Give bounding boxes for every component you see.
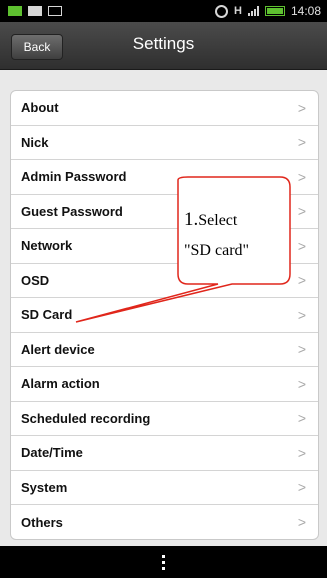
app-notification-icon (8, 6, 22, 16)
settings-item-label: Scheduled recording (21, 410, 151, 426)
mail-icon (48, 6, 62, 16)
chevron-right-icon: > (297, 237, 306, 254)
chevron-right-icon: > (297, 272, 306, 289)
message-icon (28, 6, 42, 16)
chevron-right-icon: > (297, 306, 306, 323)
chevron-right-icon: > (297, 168, 306, 185)
settings-item-system[interactable]: System > (11, 471, 318, 505)
settings-item-label: Admin Password (21, 169, 127, 185)
settings-item-nick[interactable]: Nick > (11, 126, 318, 160)
chevron-right-icon: > (297, 203, 306, 220)
settings-item-label: Alert device (21, 341, 95, 357)
settings-item-alert-device[interactable]: Alert device > (11, 333, 318, 367)
settings-item-osd[interactable]: OSD > (11, 264, 318, 298)
settings-item-admin-password[interactable]: Admin Password > (11, 160, 318, 195)
chevron-right-icon: > (297, 375, 306, 392)
settings-item-others[interactable]: Others > (11, 505, 318, 539)
settings-item-sd-card[interactable]: SD Card > (11, 298, 318, 333)
status-right: H 14:08 (215, 4, 321, 18)
settings-list: About > Nick > Admin Password > Guest Pa… (10, 90, 319, 540)
settings-item-label: SD Card (21, 307, 73, 323)
callout-line-1: 1.Select (184, 209, 238, 230)
page-title: Settings (132, 34, 195, 53)
settings-item-date-time[interactable]: Date/Time > (11, 436, 318, 471)
settings-item-label: Nick (21, 134, 49, 150)
chevron-right-icon: > (297, 514, 306, 531)
status-bar: H 14:08 (0, 0, 327, 22)
settings-item-label: Alarm action (21, 376, 100, 392)
chevron-right-icon: > (297, 341, 306, 358)
battery-icon (264, 6, 285, 16)
status-left (8, 6, 62, 16)
chevron-right-icon: > (297, 99, 306, 116)
chevron-right-icon: > (297, 134, 306, 151)
callout-line-2: "SD card" (184, 242, 250, 259)
signal-icon (247, 6, 259, 16)
hspa-icon: H (234, 5, 242, 17)
navigation-bar (0, 546, 327, 578)
title-bar: Back Settings (0, 22, 327, 70)
settings-item-label: OSD (21, 272, 50, 288)
chevron-right-icon: > (297, 479, 306, 496)
settings-item-label: Network (21, 238, 73, 254)
clock: 14:08 (290, 4, 321, 18)
alarm-icon (215, 4, 229, 18)
settings-item-label: Others (21, 514, 63, 530)
settings-item-alarm-action[interactable]: Alarm action > (11, 367, 318, 402)
settings-item-about[interactable]: About > (11, 91, 318, 126)
menu-icon[interactable] (162, 554, 165, 570)
chevron-right-icon: > (297, 444, 306, 461)
settings-item-label: Guest Password (21, 203, 123, 219)
settings-item-label: System (21, 479, 68, 495)
settings-item-label: Date/Time (21, 445, 83, 461)
callout-text: 1.Select "SD card" (184, 205, 279, 266)
settings-item-scheduled-recording[interactable]: Scheduled recording > (11, 402, 318, 436)
settings-item-label: About (21, 100, 59, 116)
chevron-right-icon: > (297, 410, 306, 427)
